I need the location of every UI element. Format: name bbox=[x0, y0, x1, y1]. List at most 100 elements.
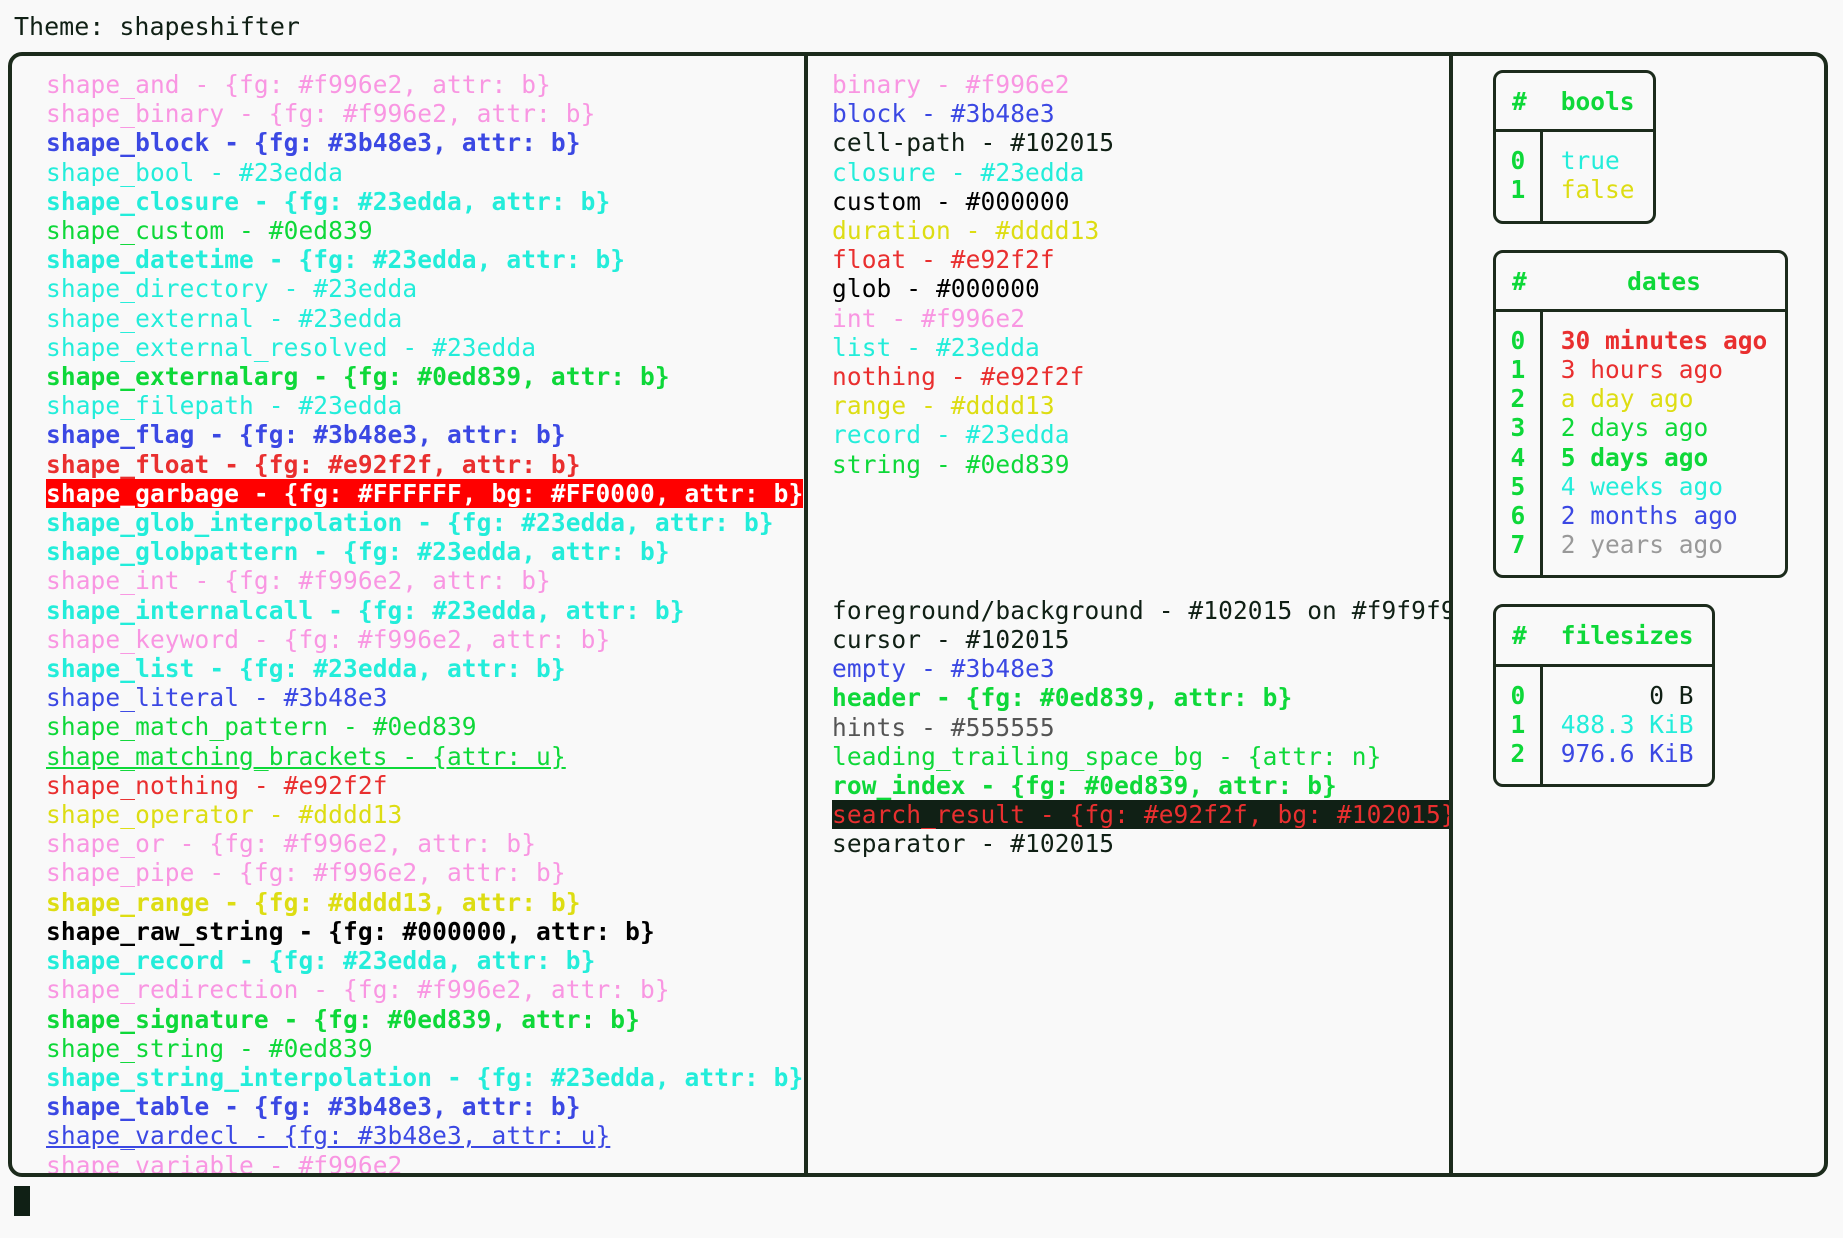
shape-entry: shape_string_interpolation - {fg: #23edd… bbox=[46, 1062, 804, 1092]
table-header-row: # filesizes bbox=[1496, 607, 1712, 667]
row-value-cell: 2 months ago bbox=[1560, 501, 1738, 531]
shape-entry: shape_int - {fg: #f996e2, attr: b} bbox=[46, 566, 551, 596]
table-row: 6 2 months ago bbox=[1496, 501, 1785, 531]
shape-entry: shape_float - {fg: #e92f2f, attr: b} bbox=[46, 449, 581, 479]
table-row: 1 488.3 KiB bbox=[1496, 709, 1712, 740]
shape-entry: shape_and - {fg: #f996e2, attr: b} bbox=[46, 70, 551, 99]
shape-entry: shape_record - {fg: #23edda, attr: b} bbox=[46, 946, 596, 976]
table-row: 0 0 B bbox=[1496, 680, 1712, 710]
pad-cell bbox=[1496, 559, 1543, 576]
shapes-column: shape_and - {fg: #f996e2, attr: b} shape_… bbox=[12, 56, 804, 1173]
shape-entry: shape_glob_interpolation - {fg: #23edda,… bbox=[46, 508, 774, 538]
table-row: 1 false bbox=[1496, 175, 1653, 205]
shape-entry: shape_custom - #0ed839 bbox=[46, 216, 373, 246]
row-value-cell: a day ago bbox=[1560, 384, 1694, 414]
row-index-cell: 1 bbox=[1496, 355, 1543, 385]
row-value-cell: 976.6 KiB bbox=[1560, 739, 1694, 769]
row-value-cell: 2 days ago bbox=[1560, 413, 1709, 443]
shape-entry: shape_operator - #dddd13 bbox=[46, 800, 403, 830]
ui-entry: cursor - #102015 bbox=[832, 625, 1070, 655]
sample-table-dates: # dates 0 30 minutes ago 1 3 hours ago 2 a day … bbox=[1493, 249, 1789, 579]
shape-entry: shape_closure - {fg: #23edda, attr: b} bbox=[46, 186, 611, 216]
type-entry: glob - #000000 bbox=[832, 274, 1040, 304]
shape-entry: shape_redirection - {fg: #f996e2, attr: … bbox=[46, 975, 670, 1005]
shape-entry: shape_list - {fg: #23edda, attr: b} bbox=[46, 654, 566, 684]
row-value-cell: 5 days ago bbox=[1560, 442, 1709, 472]
type-entry: binary - #f996e2 bbox=[832, 70, 1070, 99]
column-header-filesizes: filesizes bbox=[1542, 607, 1712, 667]
table-row: 0 30 minutes ago bbox=[1496, 325, 1785, 356]
row-value-cell: 488.3 KiB bbox=[1560, 709, 1694, 739]
shape-entry: shape_filepath - #23edda bbox=[46, 391, 403, 421]
type-entry: closure - #23edda bbox=[832, 157, 1085, 187]
column-gap bbox=[832, 479, 1449, 596]
shape-entry: shape_table - {fg: #3b48e3, attr: b} bbox=[46, 1092, 581, 1122]
table-row: 0 true bbox=[1496, 146, 1653, 176]
table-row: 2 976.6 KiB bbox=[1496, 739, 1712, 769]
shape-entry: shape_bool - #23edda bbox=[46, 157, 344, 187]
type-entry: custom - #000000 bbox=[832, 186, 1070, 216]
ui-entry: separator - #102015 bbox=[832, 829, 1115, 859]
table-header-row: # bools bbox=[1496, 73, 1653, 133]
row-index-cell: 0 bbox=[1496, 325, 1543, 356]
terminal-cursor bbox=[14, 1186, 30, 1216]
row-index-cell: 0 bbox=[1496, 680, 1543, 710]
row-value-cell: 0 B bbox=[1649, 680, 1694, 710]
table-body-pad bbox=[1496, 666, 1712, 681]
ui-entry: empty - #3b48e3 bbox=[832, 654, 1055, 684]
table-body-pad bbox=[1496, 132, 1653, 147]
shape-entry: shape_literal - #3b48e3 bbox=[46, 683, 388, 713]
row-index-cell: 2 bbox=[1496, 384, 1543, 414]
table-row: 2 a day ago bbox=[1496, 384, 1785, 414]
sample-table-filesizes: # filesizes 0 0 B 1 488.3 KiB 2 976.6 KiB bbox=[1493, 604, 1715, 788]
types-and-ui-column: binary - #f996e2 block - #3b48e3 cell-path… bbox=[808, 56, 1449, 1173]
shape-entry: shape_pipe - {fg: #f996e2, attr: b} bbox=[46, 858, 566, 888]
shape-entry: shape_directory - #23edda bbox=[46, 274, 418, 304]
type-entry: nothing - #e92f2f bbox=[832, 362, 1085, 392]
shape-entry: shape_globpattern - {fg: #23edda, attr: … bbox=[46, 537, 670, 567]
page-title: Theme: shapeshifter bbox=[14, 12, 300, 41]
row-index-cell: 7 bbox=[1496, 530, 1543, 560]
table-body-pad bbox=[1496, 559, 1786, 576]
shape-entry: shape_external_resolved - #23edda bbox=[46, 332, 537, 362]
ui-entry: header - {fg: #0ed839, attr: b} bbox=[832, 683, 1293, 713]
sample-tables-column: # bools 0 true 1 false # dates 0 30 minutes ago 1 3… bbox=[1453, 56, 1824, 1173]
type-entry: list - #23edda bbox=[832, 332, 1040, 362]
column-header-index: # bbox=[1496, 73, 1543, 133]
shape-entry: shape_signature - {fg: #0ed839, attr: b} bbox=[46, 1004, 641, 1034]
column-header-dates: dates bbox=[1542, 253, 1786, 312]
ui-entry: hints - #555555 bbox=[832, 712, 1055, 742]
pad-cell bbox=[1543, 312, 1786, 326]
shape-entry: shape_garbage - {fg: #FFFFFF, bg: #FF000… bbox=[46, 478, 804, 509]
shape-entry: shape_range - {fg: #dddd13, attr: b} bbox=[46, 887, 581, 917]
table-body-pad bbox=[1496, 204, 1653, 221]
shape-entry: shape_or - {fg: #f996e2, attr: b} bbox=[46, 829, 537, 859]
table-row: 1 3 hours ago bbox=[1496, 355, 1785, 385]
row-value-cell: 30 minutes ago bbox=[1560, 325, 1768, 355]
type-entry: block - #3b48e3 bbox=[832, 99, 1055, 129]
table-row: 3 2 days ago bbox=[1496, 413, 1785, 443]
shape-entry: shape_block - {fg: #3b48e3, attr: b} bbox=[46, 128, 581, 158]
shape-entry: shape_internalcall - {fg: #23edda, attr:… bbox=[46, 595, 685, 625]
shape-entry: shape_variable - #f996e2 bbox=[46, 1150, 403, 1173]
ui-entry: foreground/background - #102015 on #f9f9… bbox=[832, 595, 1449, 625]
row-index-cell: 0 bbox=[1496, 146, 1543, 176]
table-row: 4 5 days ago bbox=[1496, 442, 1785, 472]
pad-cell bbox=[1543, 667, 1712, 681]
type-entry: string - #0ed839 bbox=[832, 449, 1070, 479]
row-value-cell: 4 weeks ago bbox=[1560, 471, 1724, 501]
shape-entry: shape_string - #0ed839 bbox=[46, 1033, 373, 1063]
column-header-index: # bbox=[1496, 253, 1543, 312]
pad-cell bbox=[1543, 768, 1712, 784]
pad-cell bbox=[1543, 132, 1653, 146]
shape-entry: shape_matching_brackets - {attr: u} bbox=[46, 741, 566, 771]
pad-cell bbox=[1543, 559, 1786, 575]
pad-cell bbox=[1496, 204, 1543, 221]
type-entry: record - #23edda bbox=[832, 420, 1070, 450]
table-header-row: # dates bbox=[1496, 253, 1786, 312]
table-body-pad bbox=[1496, 311, 1786, 326]
sample-table-bools: # bools 0 true 1 false bbox=[1493, 70, 1656, 224]
type-entry: cell-path - #102015 bbox=[832, 128, 1115, 158]
pad-cell bbox=[1496, 666, 1543, 681]
pad-cell bbox=[1496, 311, 1543, 326]
